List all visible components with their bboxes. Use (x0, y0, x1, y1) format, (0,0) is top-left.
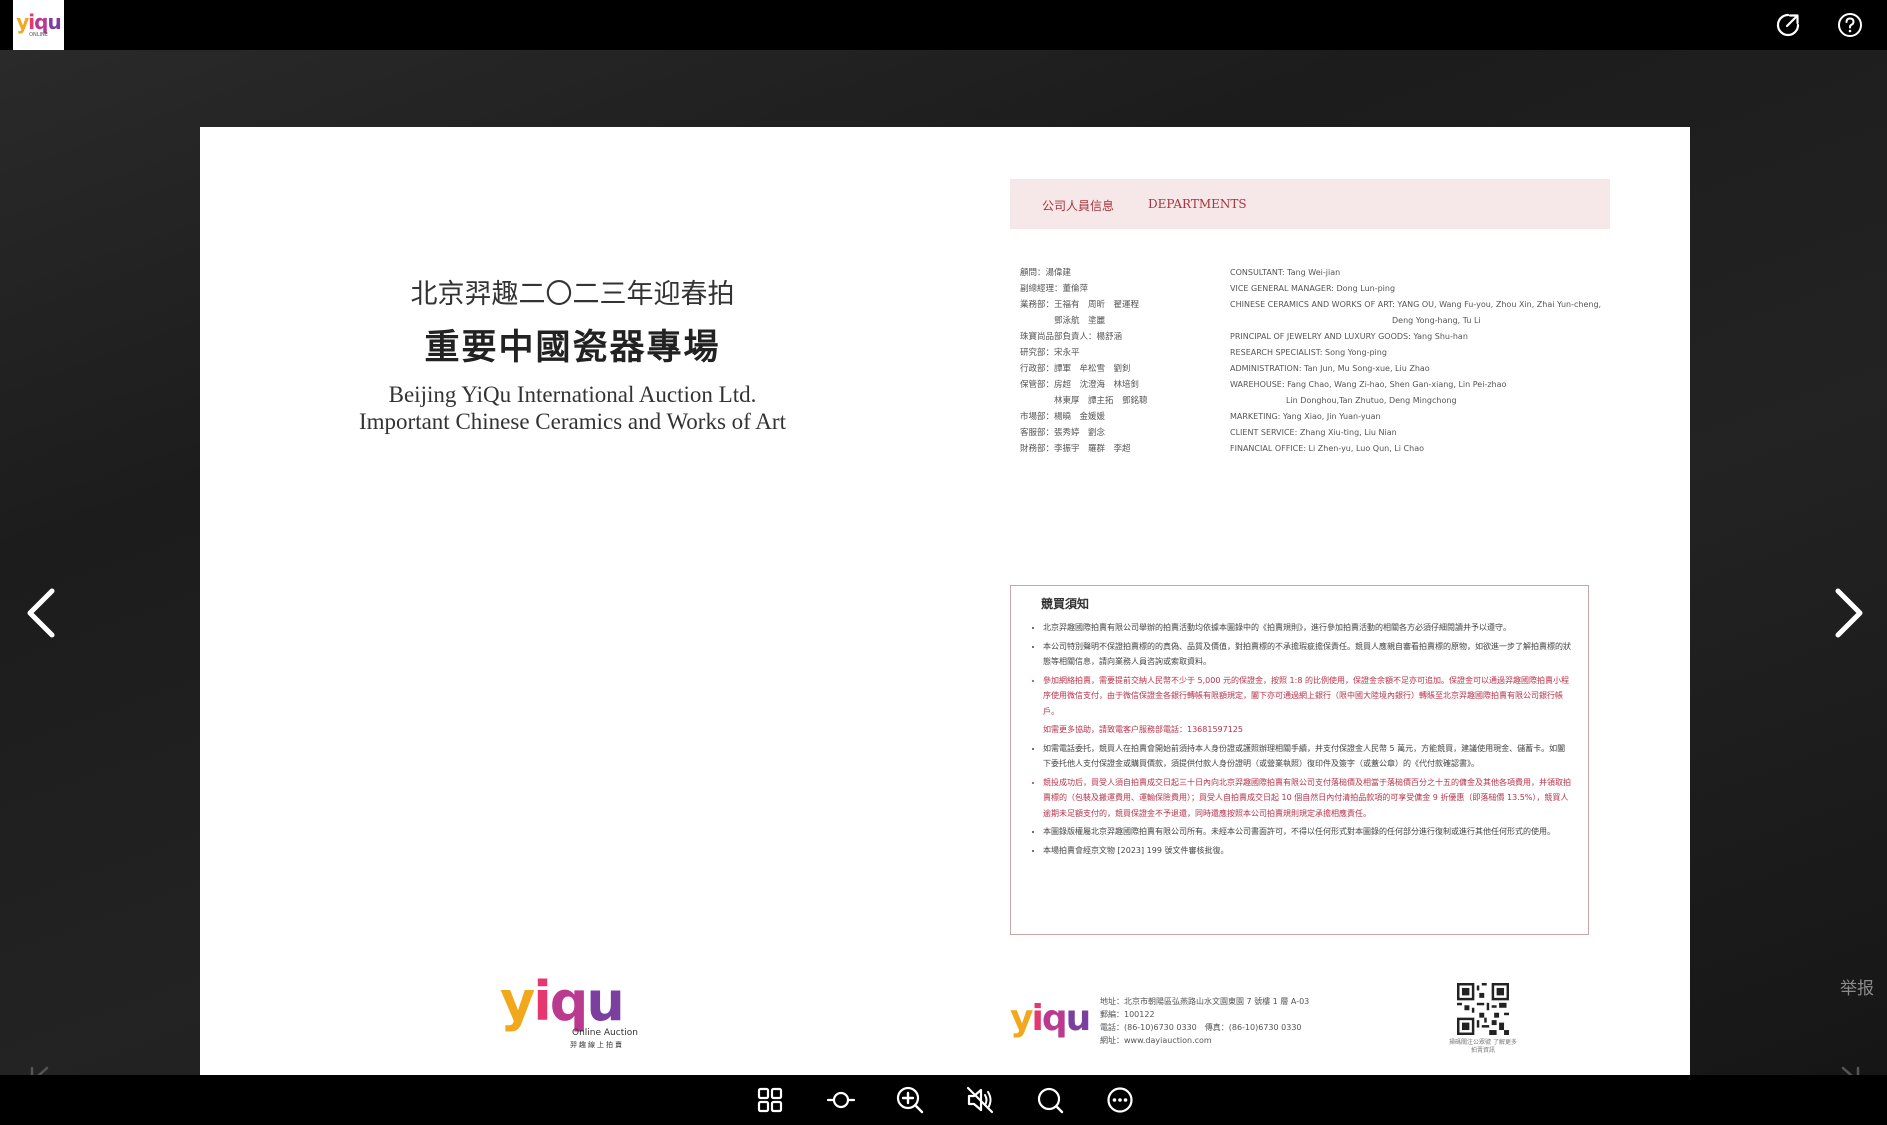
yiqu-logo[interactable]: yiqu ONLINE (13, 0, 64, 50)
more-button[interactable] (1103, 1083, 1137, 1117)
staff-cn-row: 鄧泳航 塗麗 (1020, 316, 1106, 326)
qr-caption: 掃碼關注公眾號 了解更多拍賣資訊 (1449, 1039, 1517, 1054)
sound-toggle-button[interactable] (963, 1083, 997, 1117)
staff-cn-row: 副總經理：董倫萍 (1020, 284, 1089, 294)
logo-wordmark: yiqu (500, 970, 625, 1033)
autoplay-button[interactable] (824, 1083, 858, 1117)
address-line: 地址：北京市朝陽區弘燕路山水文園東園 7 號樓 1 層 A-03 (1100, 997, 1310, 1006)
staff-en-row: WAREHOUSE: Fang Chao, Wang Zi-hao, Shen … (1230, 380, 1507, 389)
qr-code-icon (1457, 983, 1509, 1035)
logo-caption: Online Auction (572, 1028, 638, 1038)
staff-cn-row: 行政部：譚軍 牟松雪 劉釗 (1020, 364, 1131, 374)
report-link[interactable]: 举报 (1840, 974, 1874, 999)
viewer-stage: 北京羿趣二〇二三年迎春拍 重要中國瓷器專場 Beijing YiQu Inter… (0, 50, 1887, 1100)
search-icon (1037, 1087, 1064, 1114)
staff-en-row: Lin Donghou,Tan Zhutuo, Deng Mingchong (1286, 396, 1457, 405)
staff-en-row: FINANCIAL OFFICE: Li Zhen-yu, Luo Qun, L… (1230, 444, 1424, 453)
notice-item: 本場拍賣會經京文物 [2023] 199 號文件審核批復。 (1043, 843, 1573, 859)
top-bar: yiqu ONLINE (0, 0, 1887, 50)
staff-en-row: CONSULTANT: Tang Wei-jian (1230, 268, 1341, 277)
address-line: 電話：(86-10)6730 0330 傳真：(86-10)6730 0330 (1100, 1023, 1302, 1032)
notice-item: 本圖錄版權屬北京羿趣國際拍賣有限公司所有。未經本公司書面許可，不得以任何形式對本… (1043, 824, 1573, 840)
staff-en-row: CLIENT SERVICE: Zhang Xiu-ting, Liu Nian (1230, 428, 1397, 437)
staff-en-row: VICE GENERAL MANAGER: Dong Lun-ping (1230, 284, 1396, 293)
left-page-logo: yiqu Online Auction 羿趣線上拍賣 (500, 972, 650, 1052)
notice-item: 北京羿趣國際拍賣有限公司舉辦的拍賣活動均依據本圖錄中的《拍賣規則》，進行參加拍賣… (1043, 620, 1573, 636)
notice-list: 北京羿趣國際拍賣有限公司舉辦的拍賣活動均依據本圖錄中的《拍賣規則》，進行參加拍賣… (1033, 620, 1573, 861)
address-line: 郵編：100122 (1100, 1010, 1155, 1019)
staff-cn-row: 顧問：湯偉建 (1020, 268, 1072, 278)
departments-header-cn: 公司人員信息 (1042, 199, 1115, 213)
catalog-title-cn-1: 北京羿趣二〇二三年迎春拍 (410, 279, 735, 310)
notice-item: 本公司特別聲明不保證拍賣標的的真偽、品質及價值，對拍賣標的不承擔瑕疵擔保責任。競… (1043, 639, 1573, 670)
staff-cn-row: 財務部：李振宇 羅群 李超 (1020, 444, 1131, 454)
staff-cn-row: 市場部：楊曉 金媛媛 (1020, 412, 1106, 422)
staff-cn-row: 研究部：宋永平 (1020, 348, 1080, 358)
chevron-right-icon[interactable] (1828, 583, 1868, 643)
footer-logo-wordmark: yiqu (1010, 998, 1091, 1039)
bidding-notice-box: 競買須知 北京羿趣國際拍賣有限公司舉辦的拍賣活動均依據本圖錄中的《拍賣規則》，進… (1010, 585, 1589, 935)
footer-logo: yiqu (1010, 998, 1091, 1039)
departments-header: 公司人員信息 DEPARTMENTS (1010, 179, 1610, 229)
help-circle-icon[interactable] (1837, 12, 1863, 38)
thumbnails-icon (757, 1087, 783, 1113)
autoplay-icon (826, 1091, 856, 1109)
notice-item: 競投成功后，買受人須自拍賣成交日起三十日內向北京羿趣國際拍賣有限公司支付落槌價及… (1043, 775, 1573, 822)
footer-address: 地址：北京市朝陽區弘燕路山水文園東園 7 號樓 1 層 A-03 郵編：1001… (1100, 995, 1309, 1047)
share-external-icon[interactable] (1775, 12, 1801, 38)
staff-en-row: RESEARCH SPECIALIST: Song Yong-ping (1230, 348, 1387, 357)
notice-title: 競買須知 (1041, 597, 1090, 611)
catalog-title-en-1: Beijing YiQu International Auction Ltd. (388, 382, 757, 407)
logo-mark: yiqu (16, 10, 62, 34)
zoom-in-icon (896, 1086, 924, 1114)
staff-cn-row: 業務部：王福有 周昕 翟運程 (1020, 300, 1140, 310)
notice-item: 如需更多協助，請致電客户服務部電話：13681597125 (1043, 725, 1243, 734)
logo-caption-cn: 羿趣線上拍賣 (570, 1041, 624, 1049)
staff-cn-row: 林東厚 譚主拓 鄧銘聰 (1020, 396, 1148, 406)
staff-cn-row: 客服部：張秀婷 劉念 (1020, 428, 1106, 438)
search-button[interactable] (1033, 1083, 1067, 1117)
thumbnails-button[interactable] (753, 1083, 787, 1117)
bottom-toolbar (0, 1075, 1887, 1125)
notice-item: 參加網絡拍賣，需要提前交納人民幣不少于 5,000 元的保證金，按照 1:8 的… (1043, 673, 1573, 720)
staff-en-row: ADMINISTRATION: Tan Jun, Mu Song-xue, Li… (1230, 364, 1430, 373)
notice-item: 如需電話委托，競買人在拍賣會開始前須持本人身份證或護照辦理相關手續，并支付保證金… (1043, 741, 1573, 772)
catalog-title-en-2: Important Chinese Ceramics and Works of … (359, 409, 786, 434)
departments-header-en: DEPARTMENTS (1148, 197, 1247, 211)
staff-en-row: PRINCIPAL OF JEWELRY AND LUXURY GOODS: Y… (1230, 332, 1468, 341)
catalog-title-cn-2: 重要中國瓷器專場 (424, 327, 721, 368)
staff-en-row: Deng Yong-hang, Tu Li (1392, 316, 1481, 325)
sound-mute-icon (966, 1086, 994, 1114)
zoom-in-button[interactable] (893, 1083, 927, 1117)
staff-en-row: CHINESE CERAMICS AND WORKS OF ART: YANG … (1230, 300, 1602, 309)
more-icon (1107, 1087, 1133, 1113)
address-line: 網址：www.dayiauction.com (1100, 1036, 1212, 1045)
staff-cn-row: 珠寶尚品部負責人：楊舒涵 (1020, 332, 1123, 342)
logo-sub: ONLINE (29, 32, 48, 38)
book-spread[interactable]: 北京羿趣二〇二三年迎春拍 重要中國瓷器專場 Beijing YiQu Inter… (200, 127, 1690, 1100)
staff-list-cn: 顧問：湯偉建 副總經理：董倫萍 業務部：王福有 周昕 翟運程 鄧泳航 塗麗 珠寶… (1020, 265, 1210, 457)
staff-list-en: CONSULTANT: Tang Wei-jian VICE GENERAL M… (1230, 265, 1625, 457)
chevron-left-icon[interactable] (22, 583, 62, 643)
staff-cn-row: 保管部：房超 沈澄海 林培釗 (1020, 380, 1140, 390)
staff-en-row: MARKETING: Yang Xiao, Jin Yuan-yuan (1230, 412, 1381, 421)
